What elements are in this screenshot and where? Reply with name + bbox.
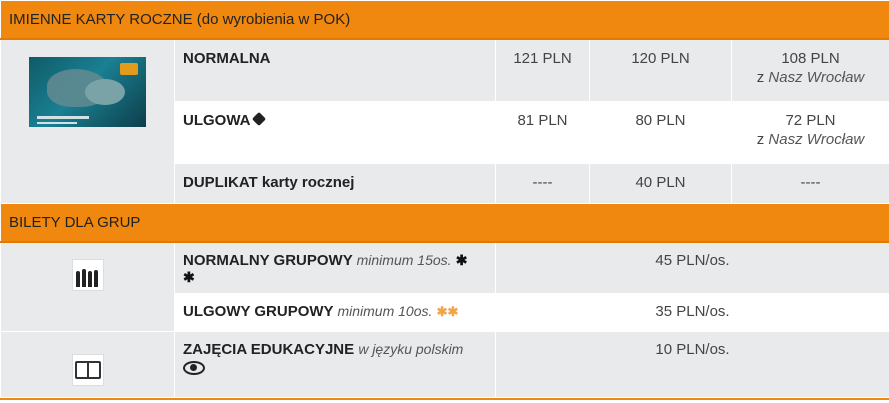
group-icon-cell <box>0 241 175 332</box>
price-cell: 45 PLN/os. <box>495 241 889 294</box>
section-title: BILETY DLA GRUP <box>0 202 889 243</box>
price-cell: 35 PLN/os. <box>495 293 889 332</box>
ticket-name-cell: ZAJĘCIA EDUKACYJNE w języku polskim <box>174 331 496 398</box>
eye-icon <box>183 361 205 375</box>
ticket-name-cell: ULGOWA <box>174 100 496 164</box>
book-icon <box>71 354 104 386</box>
price-cell: 80 PLN <box>589 100 732 164</box>
ticket-name: DUPLIKAT karty rocznej <box>174 162 496 204</box>
section-header-annual-cards: IMIENNE KARTY ROCZNE (do wyrobienia w PO… <box>0 0 889 40</box>
price-note-prefix: z <box>756 69 765 86</box>
bottom-divider <box>0 398 889 400</box>
price-table: IMIENNE KARTY ROCZNE (do wyrobienia w PO… <box>0 0 889 398</box>
price-tag-icon <box>251 111 266 126</box>
star-icon: ✱✱ <box>436 304 459 319</box>
star-icon: ✱ <box>183 268 195 285</box>
table-row: NORMALNY GRUPOWY minimum 15os. ✱ ✱ 45 PL… <box>0 241 889 332</box>
ticket-note: w języku polskim <box>358 341 464 357</box>
price-cell: 72 PLN z Nasz Wrocław <box>731 100 889 164</box>
price-value: 72 PLN <box>785 111 836 129</box>
price-value: 108 PLN <box>781 50 840 67</box>
price-note-prefix: z <box>756 130 765 148</box>
price-cell: ---- <box>731 162 889 204</box>
ticket-note: minimum 15os. <box>356 251 452 268</box>
price-cell: 121 PLN <box>495 38 590 102</box>
price-note-label: Nasz Wrocław <box>768 69 865 86</box>
ticket-note: minimum 10os. <box>337 303 433 319</box>
star-icon: ✱ <box>455 251 468 268</box>
ticket-name: ZAJĘCIA EDUKACYJNE <box>183 341 355 358</box>
seal-card-image <box>29 57 146 127</box>
ticket-name: ULGOWY GRUPOWY <box>183 303 334 320</box>
price-note: z Nasz Wrocław <box>736 131 885 148</box>
price-cell: 10 PLN/os. <box>495 331 889 398</box>
card-image-cell <box>0 38 175 204</box>
price-cell: ---- <box>495 162 590 204</box>
price-cell: 108 PLN z Nasz Wrocław <box>731 38 889 102</box>
price-cell: 40 PLN <box>589 162 732 204</box>
price-note-label: Nasz Wrocław <box>768 130 865 148</box>
group-people-icon <box>71 258 104 291</box>
table-row: ZAJĘCIA EDUKACYJNE w języku polskim 10 P… <box>0 331 889 398</box>
table-row: NORMALNA 121 PLN 120 PLN 108 PLN z Nasz … <box>0 38 889 204</box>
ticket-name-cell: ULGOWY GRUPOWY minimum 10os. ✱✱ <box>174 293 496 332</box>
ticket-name: NORMALNA <box>174 38 496 102</box>
section-title: IMIENNE KARTY ROCZNE (do wyrobienia w PO… <box>0 0 889 40</box>
price-cell: 81 PLN <box>495 100 590 164</box>
section-header-groups: BILETY DLA GRUP <box>0 202 889 243</box>
ticket-name: NORMALNY GRUPOWY <box>183 251 353 269</box>
ticket-name-cell: NORMALNY GRUPOWY minimum 15os. ✱ ✱ <box>174 241 496 294</box>
price-cell: 120 PLN <box>589 38 732 102</box>
ticket-name: ULGOWA <box>183 111 251 129</box>
education-icon-cell <box>0 331 175 398</box>
price-note: z Nasz Wrocław <box>736 69 885 86</box>
